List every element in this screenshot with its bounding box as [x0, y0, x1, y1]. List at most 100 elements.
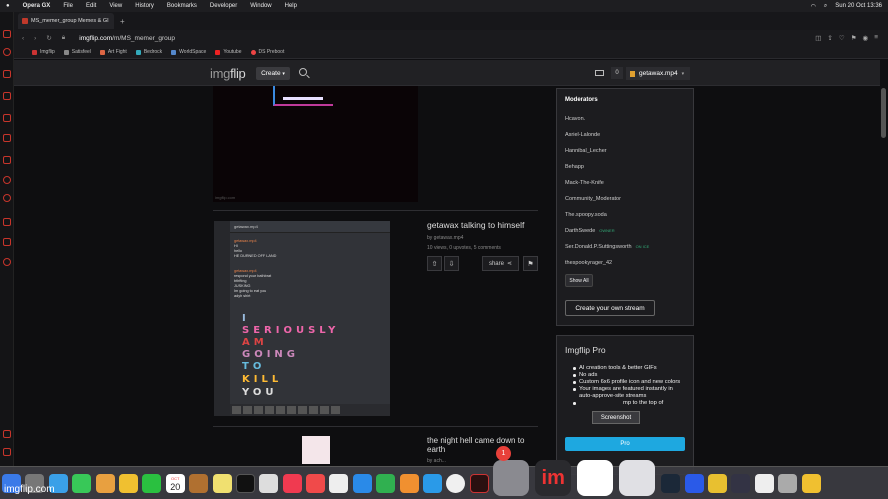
player-icon[interactable]	[3, 156, 11, 164]
wallet-icon[interactable]	[3, 430, 11, 438]
maps-icon[interactable]	[95, 473, 115, 493]
notes-icon[interactable]	[212, 473, 232, 493]
cube-icon[interactable]	[3, 218, 11, 226]
post-image-3[interactable]	[302, 436, 330, 464]
freeform-icon[interactable]	[329, 473, 349, 493]
post-title-3[interactable]: the night hell came down to earth	[427, 436, 537, 454]
appstore-icon[interactable]	[423, 473, 443, 493]
moderator-link[interactable]: Community_Moderator	[565, 196, 621, 202]
reaction-icon[interactable]	[309, 406, 318, 414]
reload-icon[interactable]: ↻	[46, 34, 51, 42]
bookmark-satisfeel[interactable]: Satisfeel	[63, 49, 91, 55]
bookmark-bedrock[interactable]: Bedrock	[135, 49, 162, 55]
menu-app-name[interactable]: Opera GX	[23, 3, 51, 9]
post-image-2[interactable]: getawax.mp4 getawax.mp4 HI hello HE DURN…	[214, 221, 390, 416]
moderator-link[interactable]: The.spoopy.soda	[565, 212, 607, 218]
app-icon[interactable]	[731, 473, 751, 493]
pages-icon[interactable]	[399, 473, 419, 493]
opera-gx-icon[interactable]	[469, 473, 489, 493]
back-icon[interactable]: ‹	[22, 35, 24, 42]
tab-active[interactable]: MS_memer_group Memes & GI	[18, 13, 114, 29]
preview-icon[interactable]	[778, 473, 798, 493]
appletv-icon[interactable]	[235, 473, 255, 493]
bookmark-dspreboot[interactable]: DS Preboot	[250, 49, 284, 55]
account-icon[interactable]: ◉	[863, 34, 869, 42]
downvote-button[interactable]: ⇩	[444, 256, 459, 271]
reaction-icon[interactable]	[254, 406, 263, 414]
menu-view[interactable]: View	[109, 3, 122, 9]
camera-icon[interactable]: ◫	[815, 34, 821, 42]
news-icon[interactable]	[306, 473, 326, 493]
create-button[interactable]: Create ▾	[256, 67, 290, 80]
screenshot-app-icon[interactable]	[577, 460, 614, 496]
steam-icon[interactable]	[661, 473, 681, 493]
flame-icon[interactable]	[3, 176, 11, 184]
menu-bookmarks[interactable]: Bookmarks	[167, 3, 197, 9]
textedit-icon[interactable]	[754, 473, 774, 493]
system-settings-icon[interactable]	[493, 460, 530, 496]
menu-edit[interactable]: Edit	[86, 3, 96, 9]
wifi-icon[interactable]: ◠	[811, 3, 816, 10]
flag-button[interactable]: ⚑	[523, 256, 538, 271]
forward-icon[interactable]: ›	[34, 35, 36, 42]
history-icon[interactable]	[3, 194, 11, 202]
moderator-link[interactable]: Behapp	[565, 164, 584, 170]
reaction-icon[interactable]	[287, 406, 296, 414]
extensions-icon[interactable]	[3, 448, 11, 456]
upvote-button[interactable]: ⇧	[427, 256, 442, 271]
post-title-2[interactable]: getawax talking to himself	[427, 220, 524, 230]
url-field[interactable]: imgflip.com/m/MS_memer_group	[79, 35, 175, 42]
menu-icon[interactable]: ≡	[874, 34, 878, 42]
moderator-link[interactable]: Hcavon.	[565, 116, 585, 122]
moderator-link[interactable]: Ser.Donald.P.Suttingsworth ON ICE	[565, 244, 649, 250]
bookmark-artfight[interactable]: Art Fight	[99, 49, 127, 55]
twitch-icon[interactable]	[3, 92, 11, 100]
moderator-link[interactable]: DarthSwede OWNER	[565, 228, 615, 234]
chrome-icon[interactable]	[446, 473, 466, 493]
chat-icon[interactable]	[3, 114, 11, 122]
notification-count[interactable]: 0	[611, 67, 623, 79]
search-icon[interactable]: ⌕	[824, 3, 827, 10]
reaction-icon[interactable]	[298, 406, 307, 414]
moderator-link[interactable]: Asriel-Lalonde	[565, 132, 600, 138]
roblox-icon[interactable]	[619, 460, 656, 496]
discord-icon[interactable]	[3, 134, 11, 142]
contacts-icon[interactable]	[189, 473, 209, 493]
user-menu[interactable]: getawax.mp4 ▾	[626, 67, 690, 80]
facetime-icon[interactable]	[142, 473, 162, 493]
post-author-3[interactable]: by ach...	[427, 458, 446, 464]
reminders-icon[interactable]	[259, 473, 279, 493]
trophy-icon[interactable]	[801, 473, 821, 493]
calendar-icon[interactable]: OCT 20	[165, 473, 185, 493]
box-icon[interactable]	[3, 238, 11, 246]
get-pro-button[interactable]: Pro	[565, 437, 685, 451]
bookmark-youtube[interactable]: Youtube	[215, 49, 242, 55]
share-icon[interactable]: ⇪	[827, 34, 832, 42]
music-icon[interactable]	[282, 473, 302, 493]
menu-history[interactable]: History	[135, 3, 154, 9]
menu-help[interactable]: Help	[285, 3, 297, 9]
menu-file[interactable]: File	[63, 3, 73, 9]
bookmark-imgflip[interactable]: Imgflip	[32, 49, 55, 55]
moderator-link[interactable]: Hannibal_Lecher	[565, 148, 607, 154]
gx-control-icon[interactable]	[3, 48, 11, 56]
gx-store-icon[interactable]	[3, 70, 11, 78]
reaction-icon[interactable]	[276, 406, 285, 414]
numbers-icon[interactable]	[376, 473, 396, 493]
photos-icon[interactable]	[118, 473, 138, 493]
zoom-icon[interactable]	[684, 473, 704, 493]
post-image-1[interactable]: imgflip.com	[213, 86, 418, 202]
reaction-icon[interactable]	[331, 406, 340, 414]
imgflip-logo[interactable]: imgflip	[210, 66, 246, 81]
reaction-icon[interactable]	[320, 406, 329, 414]
extension-icon[interactable]: ⚑	[851, 34, 857, 42]
page-scrollbar[interactable]	[881, 88, 886, 138]
apple-icon[interactable]: ●	[6, 3, 10, 9]
menu-developer[interactable]: Developer	[210, 3, 237, 9]
new-tab-icon[interactable]: +	[120, 17, 125, 26]
gx-menu-icon[interactable]	[3, 30, 11, 38]
settings-icon[interactable]	[3, 258, 11, 266]
post-author-2[interactable]: by getawax.mp4	[427, 235, 463, 241]
share-button[interactable]: share ⋖	[482, 256, 519, 271]
reaction-icon[interactable]	[243, 406, 252, 414]
